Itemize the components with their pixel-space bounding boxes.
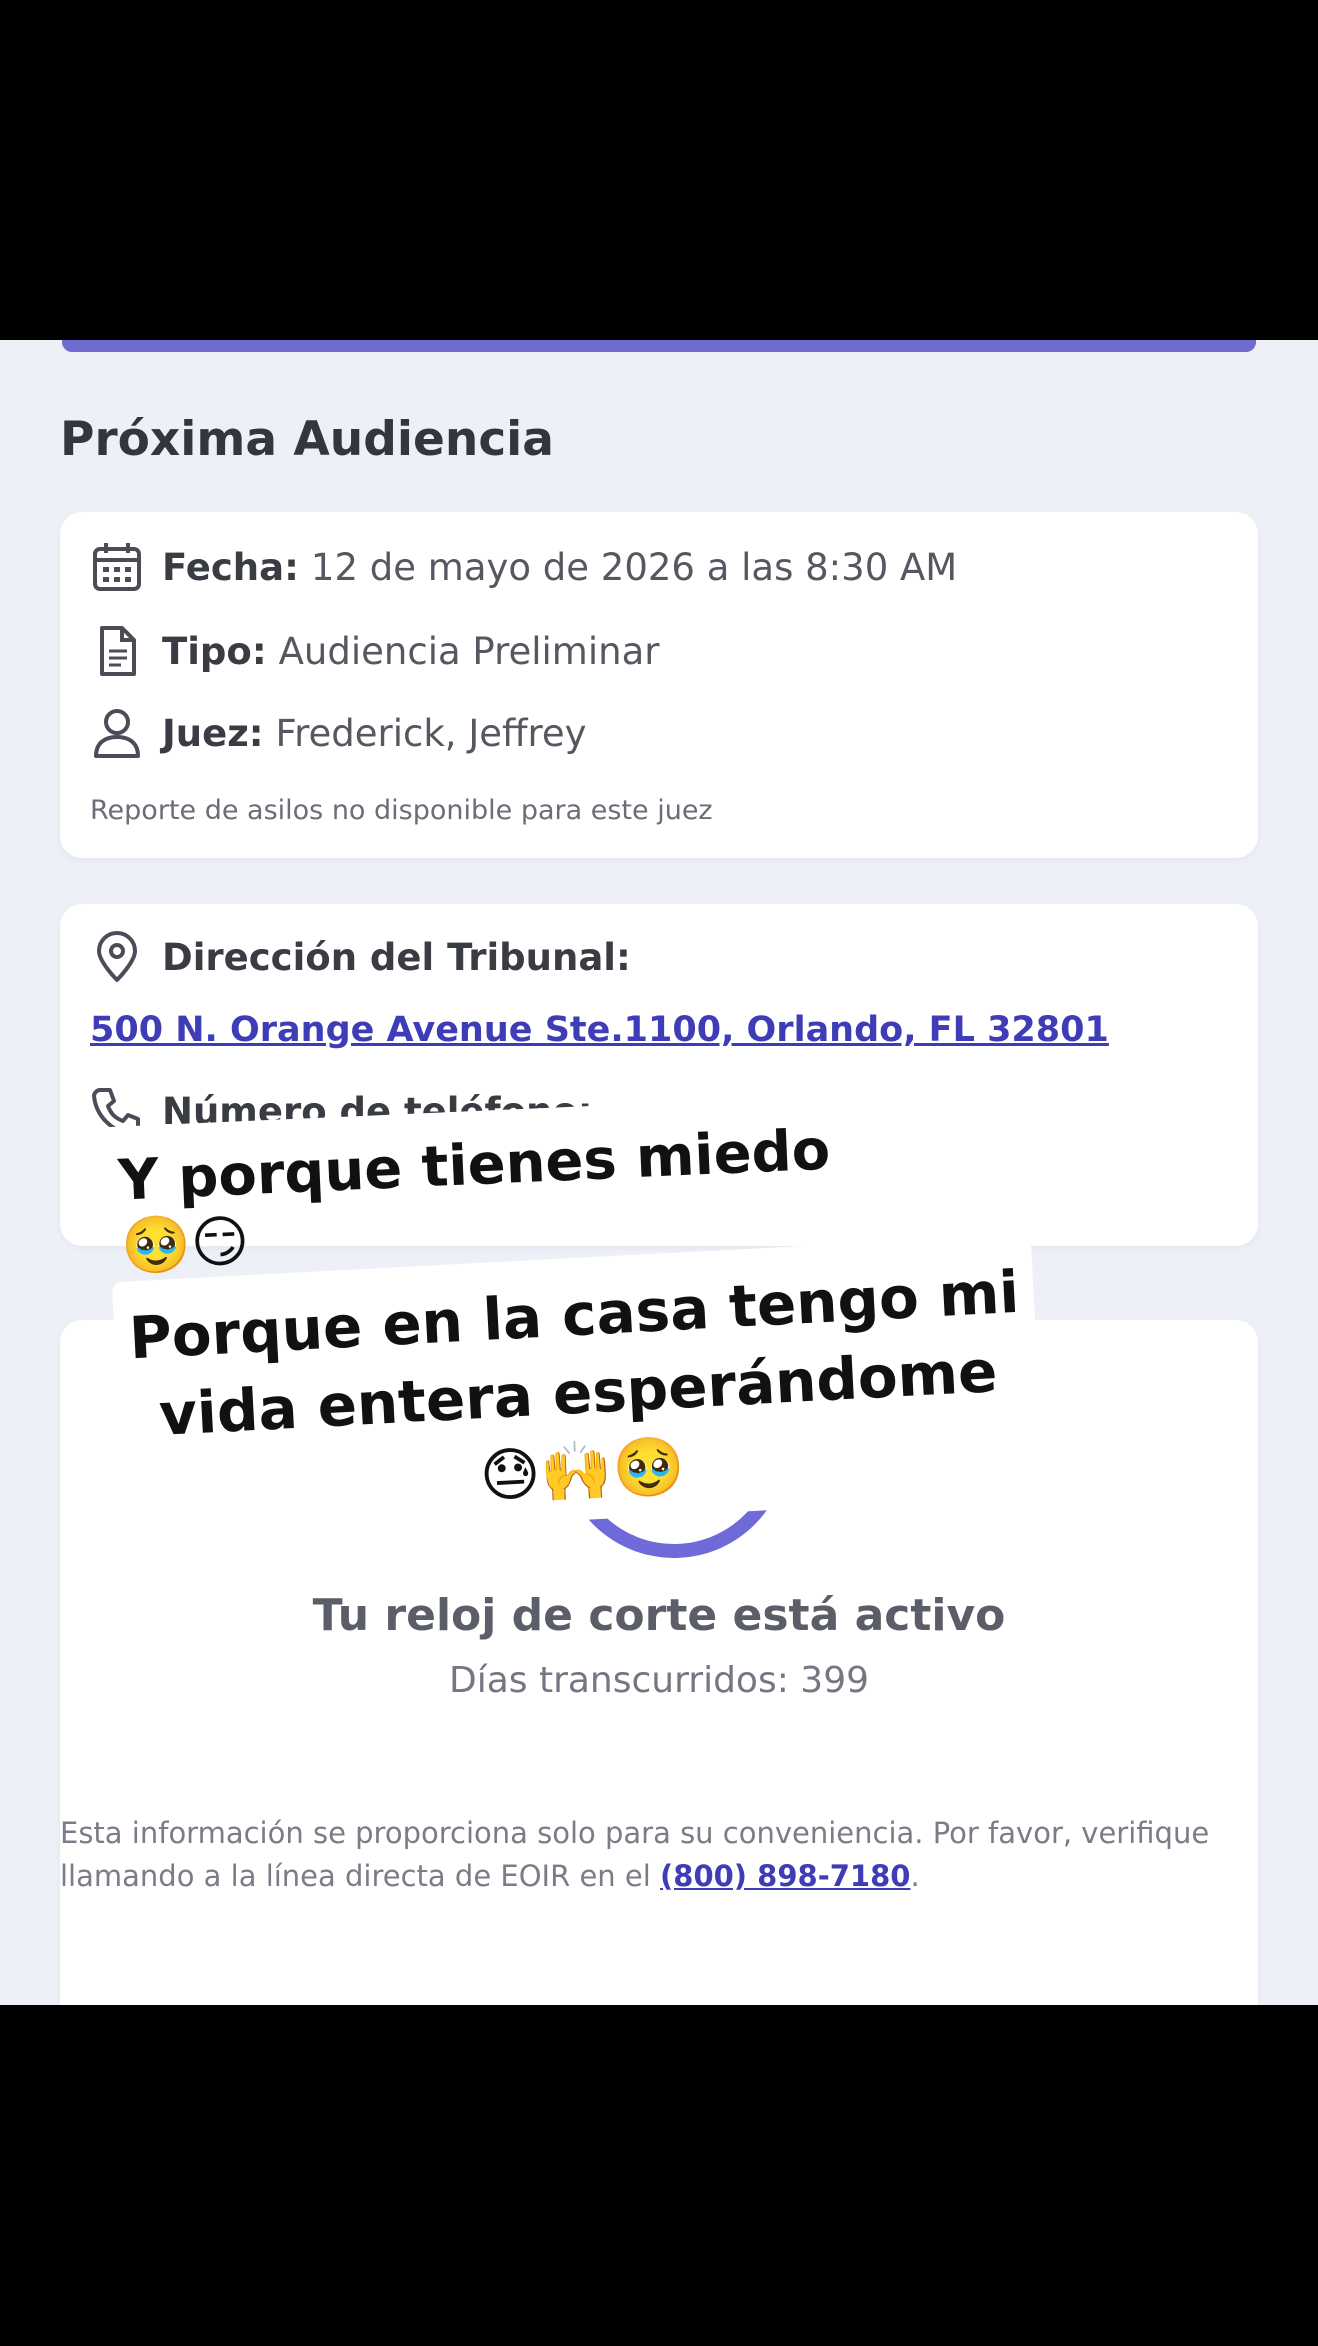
eoir-phone-link[interactable]: (800) 898-7180 — [660, 1859, 910, 1893]
calendar-icon — [90, 540, 144, 594]
person-icon — [90, 706, 144, 760]
document-icon — [90, 624, 144, 678]
judge-value: Frederick, Jeffrey — [275, 711, 587, 755]
days-value: 399 — [800, 1660, 870, 1701]
date-label: Fecha: — [162, 545, 299, 589]
disclaimer-body: Esta información se proporciona solo par… — [60, 1816, 1210, 1893]
hearing-judge-row: Juez: Frederick, Jeffrey — [90, 706, 587, 760]
video-caption-answer: Porque en la casa tengo mi vida entera e… — [111, 1234, 1045, 1544]
address-label: Dirección del Tribunal: — [162, 935, 631, 979]
type-value: Audiencia Preliminar — [278, 629, 660, 673]
court-clock-title: Tu reloj de corte está activo — [312, 1590, 1006, 1641]
location-pin-icon — [90, 930, 144, 984]
asylum-report-note: Reporte de asilos no disponible para est… — [90, 795, 713, 826]
date-value: 12 de mayo de 2026 a las 8:30 AM — [310, 545, 958, 589]
hearing-card: Fecha: 12 de mayo de 2026 a las 8:30 AM … — [60, 512, 1258, 858]
disclaimer-end: . — [910, 1859, 920, 1893]
judge-label: Juez: — [162, 711, 264, 755]
days-elapsed: Días transcurridos: 399 — [0, 1660, 1318, 1701]
top-accent-bar — [62, 340, 1256, 352]
court-address-row: Dirección del Tribunal: — [90, 930, 643, 984]
section-title: Próxima Audiencia — [60, 412, 555, 467]
days-label: Días transcurridos: — [448, 1660, 789, 1701]
court-address-link[interactable]: 500 N. Orange Avenue Ste.1100, Orlando, … — [90, 1010, 1109, 1050]
disclaimer-text: Esta información se proporciona solo par… — [60, 1812, 1260, 1898]
hearing-type-row: Tipo: Audiencia Preliminar — [90, 624, 659, 678]
hearing-date-row: Fecha: 12 de mayo de 2026 a las 8:30 AM — [90, 540, 957, 594]
type-label: Tipo: — [162, 629, 267, 673]
